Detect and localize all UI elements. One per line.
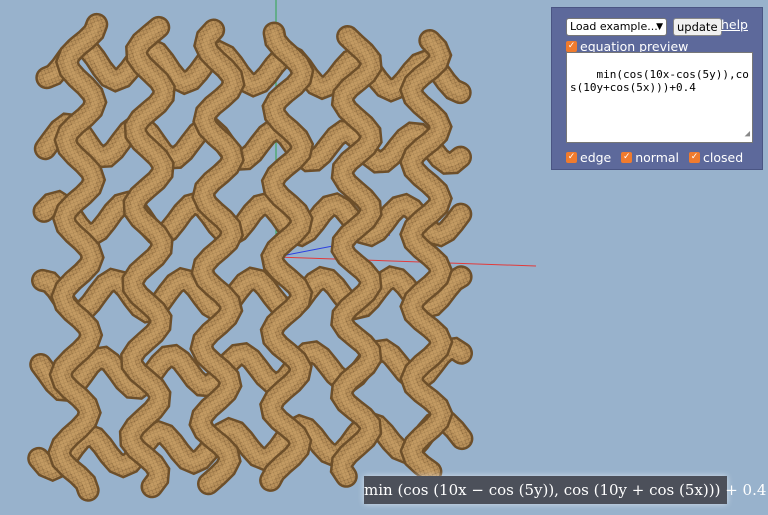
edge-label: edge	[580, 150, 612, 165]
normal-checkbox[interactable]: ✓ normal	[621, 150, 679, 165]
resize-grip-icon[interactable]: ◢	[745, 128, 750, 141]
checkmark-icon: ✓	[689, 152, 701, 163]
implicit-surface-mesh	[27, 12, 474, 502]
normal-label: normal	[635, 150, 680, 165]
checkmark-icon: ✓	[566, 41, 577, 52]
equation-text: min(cos(10x-cos(5y)),cos(10y+cos(5x)))+0…	[570, 68, 749, 94]
x-axis-line	[275, 256, 537, 267]
edge-checkbox[interactable]: ✓ edge	[566, 150, 611, 165]
help-link[interactable]: help	[721, 17, 748, 32]
closed-checkbox[interactable]: ✓ closed	[689, 150, 743, 165]
control-panel: Load example... ▼ update help ✓ equation…	[551, 7, 763, 170]
checkmark-icon: ✓	[621, 152, 633, 163]
closed-label: closed	[703, 150, 744, 165]
formula-display: min (cos (10x − cos (5y)), cos (10y + co…	[364, 476, 766, 504]
update-button[interactable]: update	[673, 18, 722, 36]
chevron-down-icon: ▼	[656, 22, 663, 32]
load-example-label: Load example...	[570, 20, 658, 33]
load-example-select[interactable]: Load example... ▼	[566, 18, 667, 36]
equation-textarea[interactable]: min(cos(10x-cos(5y)),cos(10y+cos(5x)))+0…	[566, 52, 753, 143]
checkmark-icon: ✓	[566, 152, 577, 163]
